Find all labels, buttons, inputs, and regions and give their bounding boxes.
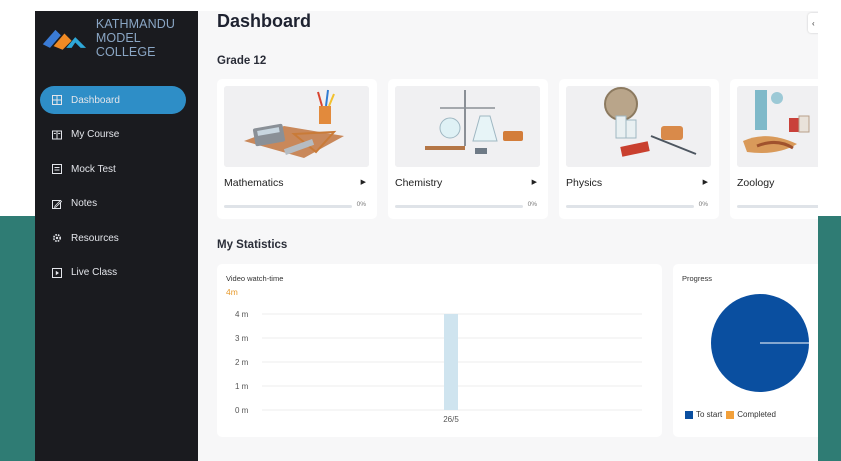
test-icon: [52, 164, 62, 175]
zoology-lab-illustration: [737, 86, 818, 167]
course-card-physics[interactable]: Physics ▶ 0%: [559, 79, 719, 219]
course-progress-bar: [566, 205, 694, 208]
x-tick-label: 26/5: [443, 415, 459, 424]
statistics-title: My Statistics: [217, 239, 288, 251]
course-card-mathematics[interactable]: Mathematics ▶ 0%: [217, 79, 377, 219]
course-thumbnail: [566, 86, 711, 167]
brand[interactable]: KATHMANDU MODEL COLLEGE: [41, 17, 193, 59]
sidebar-item-resources[interactable]: Resources: [40, 224, 186, 252]
legend-swatch: [685, 410, 693, 419]
course-name: Chemistry: [395, 177, 443, 189]
course-cards: Mathematics ▶ 0% Chemistry ▶ 0% Physics …: [217, 79, 818, 219]
page-title: Dashboard: [217, 11, 312, 31]
sidebar-item-notes[interactable]: Notes: [40, 190, 186, 218]
y-tick-label: 1 m: [235, 382, 249, 391]
course-name: Physics: [566, 177, 603, 189]
course-card-chemistry[interactable]: Chemistry ▶ 0%: [388, 79, 548, 219]
course-name: Zoology: [737, 177, 775, 189]
gear-icon: [52, 233, 62, 243]
course-progress-label: 0%: [698, 201, 708, 208]
chemistry-lab-illustration: [395, 86, 540, 167]
bar: [444, 314, 458, 410]
sidebar-item-my-course[interactable]: My Course: [40, 121, 186, 149]
sidebar-item-label: Dashboard: [71, 94, 120, 106]
y-tick-label: 2 m: [235, 358, 249, 367]
play-icon: [52, 267, 62, 278]
pie-legend: To start Completed: [685, 410, 780, 419]
legend-item-completed[interactable]: Completed: [726, 410, 776, 419]
profile-menu-button[interactable]: ‹: [808, 13, 818, 33]
course-progress-bar: [395, 205, 523, 208]
legend-label: Completed: [737, 410, 776, 419]
sidebar-item-mock-test[interactable]: Mock Test: [40, 155, 186, 183]
legend-item-to-start[interactable]: To start: [685, 410, 722, 419]
pencil-icon: [52, 199, 62, 209]
math-tools-illustration: [224, 86, 369, 167]
y-tick-label: 3 m: [235, 334, 249, 343]
main-content: Dashboard ‹ Grade 12 Mathematics ▶ 0% Ch…: [198, 11, 818, 461]
sidebar: KATHMANDU MODEL COLLEGE Dashboard My Cou…: [35, 11, 198, 461]
app-window: KATHMANDU MODEL COLLEGE Dashboard My Cou…: [35, 11, 818, 461]
legend-swatch: [726, 410, 735, 419]
course-progress-bar: [737, 205, 818, 208]
grade-title: Grade 12: [217, 55, 267, 67]
course-card-zoology[interactable]: Zoology: [730, 79, 818, 219]
brand-line-1: KATHMANDU: [95, 17, 176, 31]
sidebar-item-label: Live Class: [71, 267, 118, 279]
course-progress-label: 0%: [527, 201, 537, 208]
course-name: Mathematics: [224, 177, 284, 189]
course-progress-bar: [224, 205, 352, 208]
progress-card: Progress To start Completed: [673, 264, 818, 437]
course-progress-label: 0%: [356, 201, 366, 208]
chevron-right-icon[interactable]: ▶: [361, 178, 366, 186]
book-icon: [52, 130, 62, 140]
sidebar-item-label: Resources: [71, 232, 119, 244]
dashboard-icon: [52, 95, 62, 105]
sidebar-item-label: My Course: [71, 129, 120, 141]
course-thumbnail: [224, 86, 369, 167]
legend-label: To start: [696, 410, 723, 419]
chevron-right-icon[interactable]: ▶: [532, 178, 537, 186]
college-logo-icon: [42, 29, 87, 50]
course-thumbnail: [737, 86, 818, 167]
watch-time-bar-chart: 0 m 1 m 2 m 3 m 4 m 26/5: [235, 310, 642, 424]
y-tick-label: 0 m: [235, 406, 249, 415]
chevron-right-icon[interactable]: ▶: [703, 178, 708, 186]
sidebar-item-dashboard[interactable]: Dashboard: [40, 86, 186, 114]
course-thumbnail: [395, 86, 540, 167]
physics-instruments-illustration: [566, 86, 711, 167]
brand-line-2: MODEL COLLEGE: [95, 31, 156, 59]
y-tick-label: 4 m: [235, 310, 249, 319]
watch-time-card: Video watch-time 4m 0 m1 m2 m3 m4 m 26/5: [217, 264, 662, 437]
chevron-icon: ‹: [812, 18, 815, 28]
sidebar-item-label: Mock Test: [71, 163, 116, 175]
sidebar-item-live-class[interactable]: Live Class: [40, 259, 186, 287]
sidebar-item-label: Notes: [71, 198, 98, 210]
sidebar-nav: Dashboard My Course Mock Test Notes Reso…: [40, 86, 186, 294]
